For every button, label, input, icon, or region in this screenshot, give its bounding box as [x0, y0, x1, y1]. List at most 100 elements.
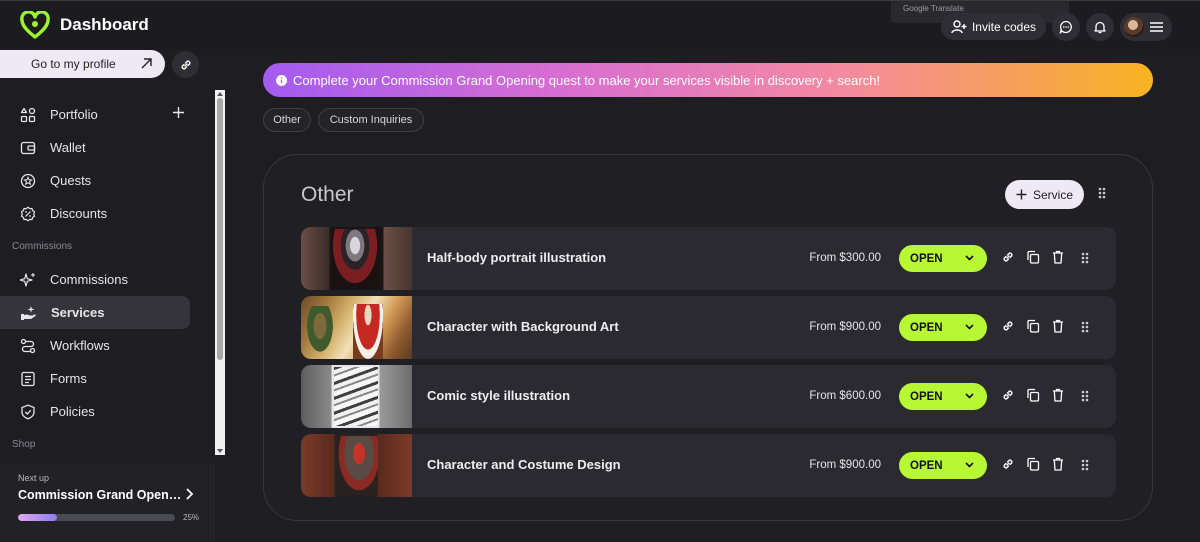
chevron-down-icon	[965, 324, 974, 330]
messages-button[interactable]	[1052, 13, 1080, 41]
group-title: Other	[301, 183, 354, 206]
link-icon[interactable]	[1001, 457, 1015, 471]
sidebar-item-label: Services	[51, 305, 105, 320]
quest-banner-text: Complete your Commission Grand Opening q…	[293, 72, 881, 88]
sidebar-item-label: Workflows	[50, 338, 110, 353]
next-up-label: Next up	[18, 473, 50, 483]
drag-handle-icon[interactable]	[1081, 459, 1089, 471]
star-badge-icon	[20, 173, 36, 188]
invite-codes-button[interactable]: Invite codes	[941, 13, 1046, 40]
duplicate-icon[interactable]	[1026, 388, 1040, 402]
service-price: From $900.00	[809, 321, 881, 333]
service-price: From $600.00	[809, 390, 881, 402]
notifications-button[interactable]	[1086, 13, 1114, 41]
service-row[interactable]: Comic style illustration From $600.00 OP…	[301, 365, 1116, 428]
service-name[interactable]: Character and Costume Design	[427, 457, 621, 472]
logo-icon	[20, 11, 50, 39]
app-title: Dashboard	[60, 15, 149, 34]
service-thumbnail	[301, 365, 412, 428]
sidebar-item-services[interactable]: Services	[0, 296, 190, 329]
wallet-icon	[20, 141, 36, 154]
duplicate-icon[interactable]	[1026, 319, 1040, 333]
workflow-icon	[20, 338, 36, 353]
go-to-profile-button[interactable]: Go to my profile	[0, 50, 165, 78]
avatar	[1124, 17, 1144, 37]
service-row[interactable]: Half-body portrait illustration From $30…	[301, 227, 1116, 290]
service-price: From $300.00	[809, 252, 881, 264]
service-name[interactable]: Character with Background Art	[427, 319, 619, 334]
scroll-thumb[interactable]	[217, 98, 223, 360]
drag-handle-icon[interactable]	[1081, 390, 1089, 402]
add-service-button[interactable]: Service	[1005, 180, 1084, 209]
quest-progress-bar	[18, 514, 175, 521]
status-dropdown[interactable]: OPEN	[899, 245, 987, 272]
status-dropdown[interactable]: OPEN	[899, 314, 987, 341]
status-dropdown[interactable]: OPEN	[899, 383, 987, 410]
quest-banner[interactable]: Complete your Commission Grand Opening q…	[263, 63, 1153, 97]
menu-icon	[1150, 22, 1163, 32]
service-name[interactable]: Comic style illustration	[427, 388, 570, 403]
link-icon[interactable]	[1001, 250, 1015, 264]
sidebar-item-workflows[interactable]: Workflows	[0, 329, 215, 362]
drag-handle-icon[interactable]	[1081, 321, 1089, 333]
plus-icon	[1016, 189, 1027, 200]
chevron-down-icon	[965, 393, 974, 399]
trash-icon[interactable]	[1052, 319, 1064, 333]
copy-profile-link-button[interactable]	[172, 51, 199, 78]
drag-handle-icon[interactable]	[1098, 187, 1106, 199]
next-up-title: Commission Grand Opening	[18, 488, 183, 502]
link-icon[interactable]	[1001, 388, 1015, 402]
shapes-icon	[20, 107, 36, 122]
add-user-icon	[951, 19, 967, 33]
status-label: OPEN	[910, 321, 943, 334]
service-thumbnail	[301, 434, 412, 497]
add-portfolio-icon[interactable]	[172, 106, 185, 119]
sidebar-item-commissions[interactable]: Commissions	[0, 263, 215, 296]
sidebar-scrollbar[interactable]	[215, 90, 225, 455]
shield-icon	[21, 404, 35, 419]
trash-icon[interactable]	[1052, 388, 1064, 402]
trash-icon[interactable]	[1052, 250, 1064, 264]
sidebar-item-label: Policies	[50, 404, 95, 419]
link-icon[interactable]	[1001, 319, 1015, 333]
sidebar-item-label: Portfolio	[50, 107, 98, 122]
sidebar-item-discounts[interactable]: Discounts	[0, 197, 215, 230]
bell-icon	[1094, 21, 1106, 34]
quest-progress-percent: 25%	[183, 513, 200, 522]
go-to-profile-label: Go to my profile	[31, 57, 116, 71]
chevron-down-icon	[965, 462, 974, 468]
sparkles-icon	[20, 272, 35, 287]
scroll-up-icon[interactable]	[217, 92, 223, 96]
next-up-quest[interactable]: Next up Commission Grand Opening 25%	[0, 464, 215, 542]
chip-custom-inquiries[interactable]: Custom Inquiries	[318, 108, 424, 132]
status-label: OPEN	[910, 390, 943, 403]
status-dropdown[interactable]: OPEN	[899, 452, 987, 479]
discount-icon	[20, 205, 36, 222]
sidebar-item-wallet[interactable]: Wallet	[0, 131, 215, 164]
invite-codes-label: Invite codes	[971, 19, 1037, 34]
form-icon	[21, 371, 35, 386]
sidebar-item-quests[interactable]: Quests	[0, 164, 215, 197]
status-label: OPEN	[910, 459, 943, 472]
service-row[interactable]: Character and Costume Design From $900.0…	[301, 434, 1116, 497]
chip-other[interactable]: Other	[263, 108, 311, 132]
drag-handle-icon[interactable]	[1081, 252, 1089, 264]
section-shop: Shop	[12, 439, 36, 450]
sidebar-item-portfolio[interactable]: Portfolio	[0, 98, 215, 131]
duplicate-icon[interactable]	[1026, 250, 1040, 264]
service-row[interactable]: Character with Background Art From $900.…	[301, 296, 1116, 359]
service-group-card: Other Service Half-body portrait illustr…	[263, 154, 1153, 521]
service-name[interactable]: Half-body portrait illustration	[427, 250, 606, 265]
account-menu[interactable]	[1120, 13, 1172, 41]
arrow-up-right-icon	[141, 58, 152, 69]
duplicate-icon[interactable]	[1026, 457, 1040, 471]
service-thumbnail	[301, 227, 412, 290]
scroll-down-icon[interactable]	[217, 449, 223, 453]
sidebar-item-label: Commissions	[50, 272, 129, 287]
sidebar-item-policies[interactable]: Policies	[0, 395, 215, 428]
trash-icon[interactable]	[1052, 457, 1064, 471]
add-service-label: Service	[1032, 187, 1073, 202]
sidebar-item-forms[interactable]: Forms	[0, 362, 215, 395]
chevron-right-icon	[186, 488, 194, 500]
app-logo[interactable]: Dashboard	[20, 11, 149, 39]
